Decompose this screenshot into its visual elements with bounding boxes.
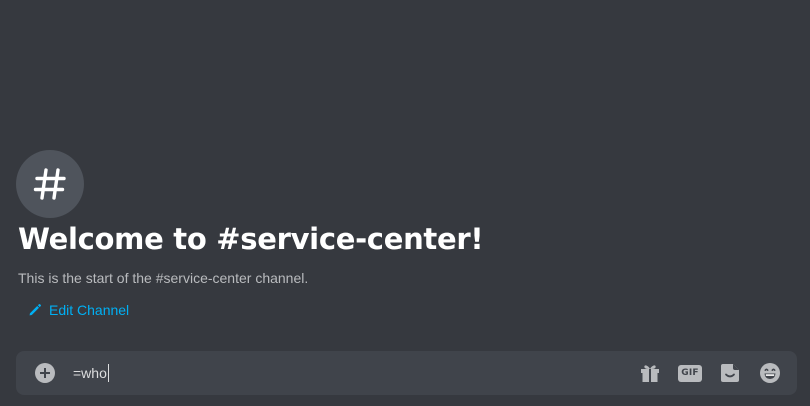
attach-button[interactable] bbox=[35, 363, 55, 383]
message-composer: =who GIF bbox=[16, 351, 797, 395]
gif-icon: GIF bbox=[678, 364, 702, 382]
text-caret bbox=[107, 364, 109, 382]
plus-icon bbox=[40, 368, 50, 378]
pencil-icon bbox=[29, 304, 41, 316]
message-input-text: =who bbox=[73, 365, 107, 381]
welcome-title: Welcome to #service-center! bbox=[18, 222, 484, 256]
edit-channel-link[interactable]: Edit Channel bbox=[24, 300, 133, 320]
edit-channel-label: Edit Channel bbox=[49, 302, 130, 318]
channel-avatar bbox=[16, 150, 84, 218]
channel-welcome: Welcome to #service-center! This is the … bbox=[16, 150, 794, 318]
gif-button[interactable]: GIF bbox=[677, 360, 703, 386]
gift-icon bbox=[641, 365, 659, 382]
hashtag-icon bbox=[33, 168, 66, 200]
emoji-button[interactable] bbox=[757, 360, 783, 386]
composer-buttons: GIF bbox=[637, 360, 783, 386]
message-input[interactable]: =who bbox=[73, 361, 637, 385]
gift-button[interactable] bbox=[637, 360, 663, 386]
channel-view: Welcome to #service-center! This is the … bbox=[0, 0, 810, 406]
sticker-button[interactable] bbox=[717, 360, 743, 386]
emoji-icon bbox=[760, 363, 780, 383]
sticker-icon bbox=[721, 364, 739, 382]
channel-description: This is the start of the #service-center… bbox=[18, 270, 309, 286]
